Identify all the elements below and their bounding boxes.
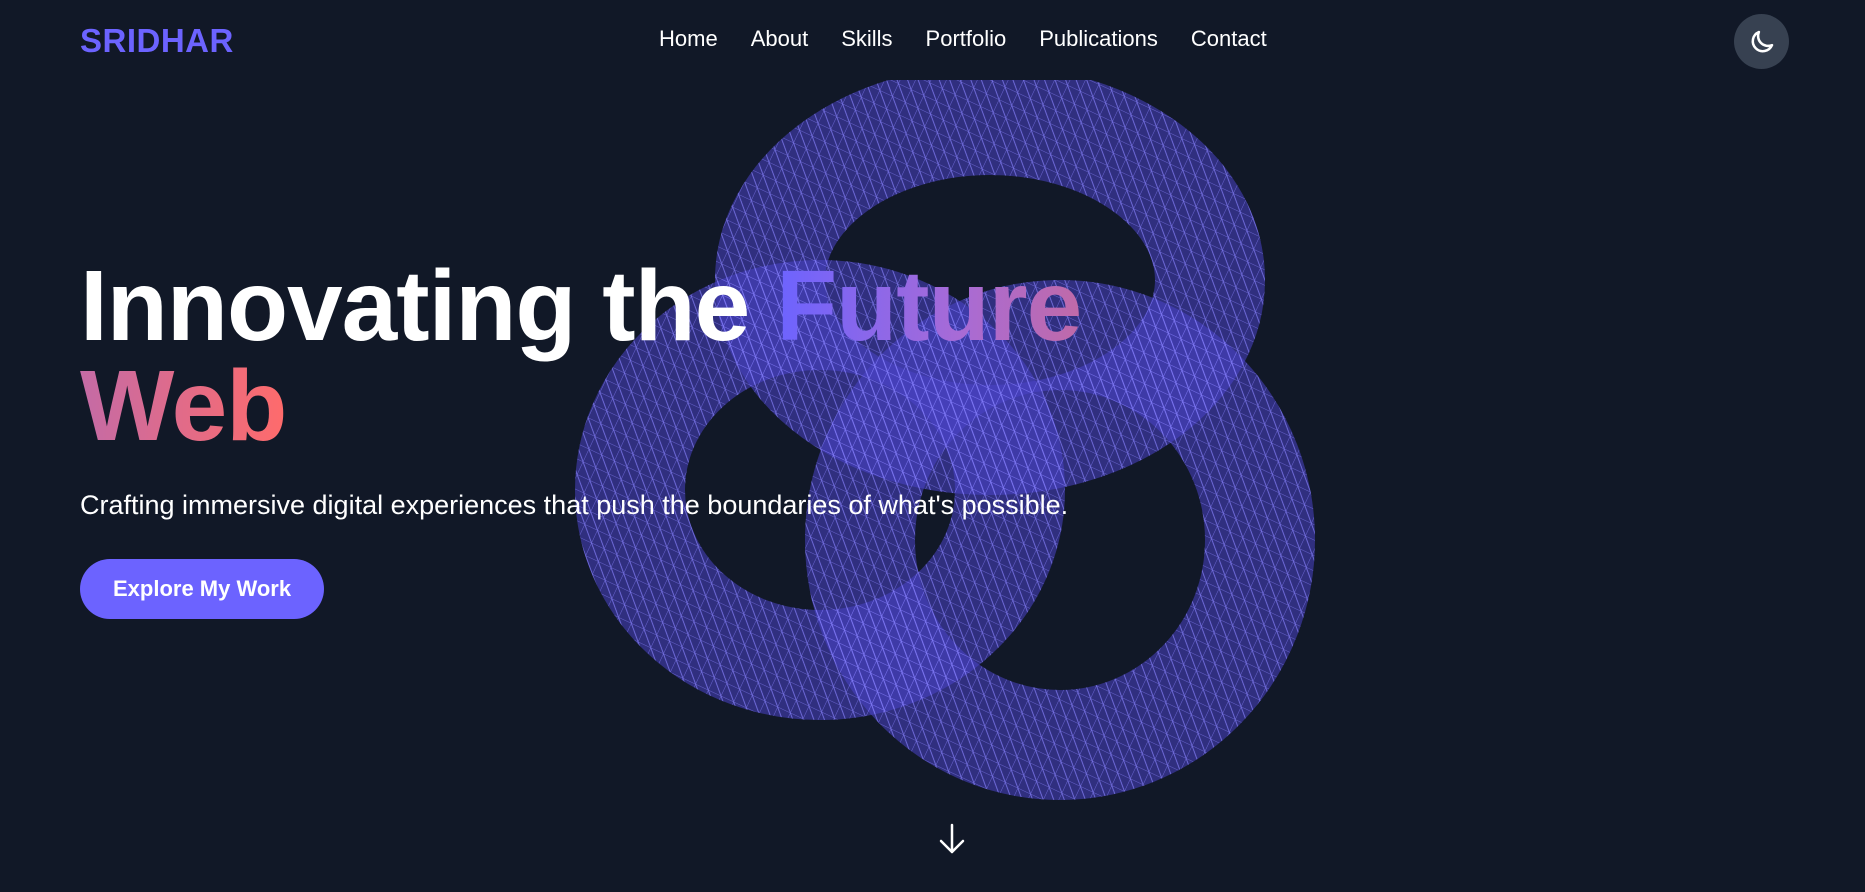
hero-title: Innovating the Future Web — [80, 256, 1082, 456]
arrow-down-icon — [939, 823, 965, 854]
nav-link-portfolio[interactable]: Portfolio — [926, 26, 1007, 51]
theme-toggle-button[interactable] — [1734, 14, 1789, 69]
nav-menu: Home About Skills Portfolio Publications… — [659, 26, 1267, 52]
nav-item-about: About — [751, 26, 809, 52]
hero-section: Innovating the Future Web Crafting immer… — [80, 256, 1082, 619]
nav-item-contact: Contact — [1191, 26, 1267, 52]
hero-title-highlight: Future — [776, 250, 1082, 362]
hero-title-part1: Innovating the — [80, 250, 777, 362]
nav-link-publications[interactable]: Publications — [1039, 26, 1158, 51]
nav-link-contact[interactable]: Contact — [1191, 26, 1267, 51]
nav-item-portfolio: Portfolio — [926, 26, 1007, 52]
nav-item-skills: Skills — [841, 26, 892, 52]
nav-link-home[interactable]: Home — [659, 26, 718, 51]
nav-item-publications: Publications — [1039, 26, 1158, 52]
explore-work-button[interactable]: Explore My Work — [80, 559, 325, 619]
nav-link-skills[interactable]: Skills — [841, 26, 892, 51]
hero-title-line2: Web — [80, 350, 287, 462]
nav-link-about[interactable]: About — [751, 26, 809, 51]
site-logo[interactable]: SRIDHAR — [80, 22, 234, 60]
nav-item-home: Home — [659, 26, 718, 52]
moon-icon — [1751, 30, 1773, 52]
scroll-down-button[interactable] — [937, 822, 967, 856]
navbar: SRIDHAR Home About Skills Portfolio Publ… — [0, 0, 1865, 84]
hero-subtitle: Crafting immersive digital experiences t… — [80, 490, 1069, 520]
